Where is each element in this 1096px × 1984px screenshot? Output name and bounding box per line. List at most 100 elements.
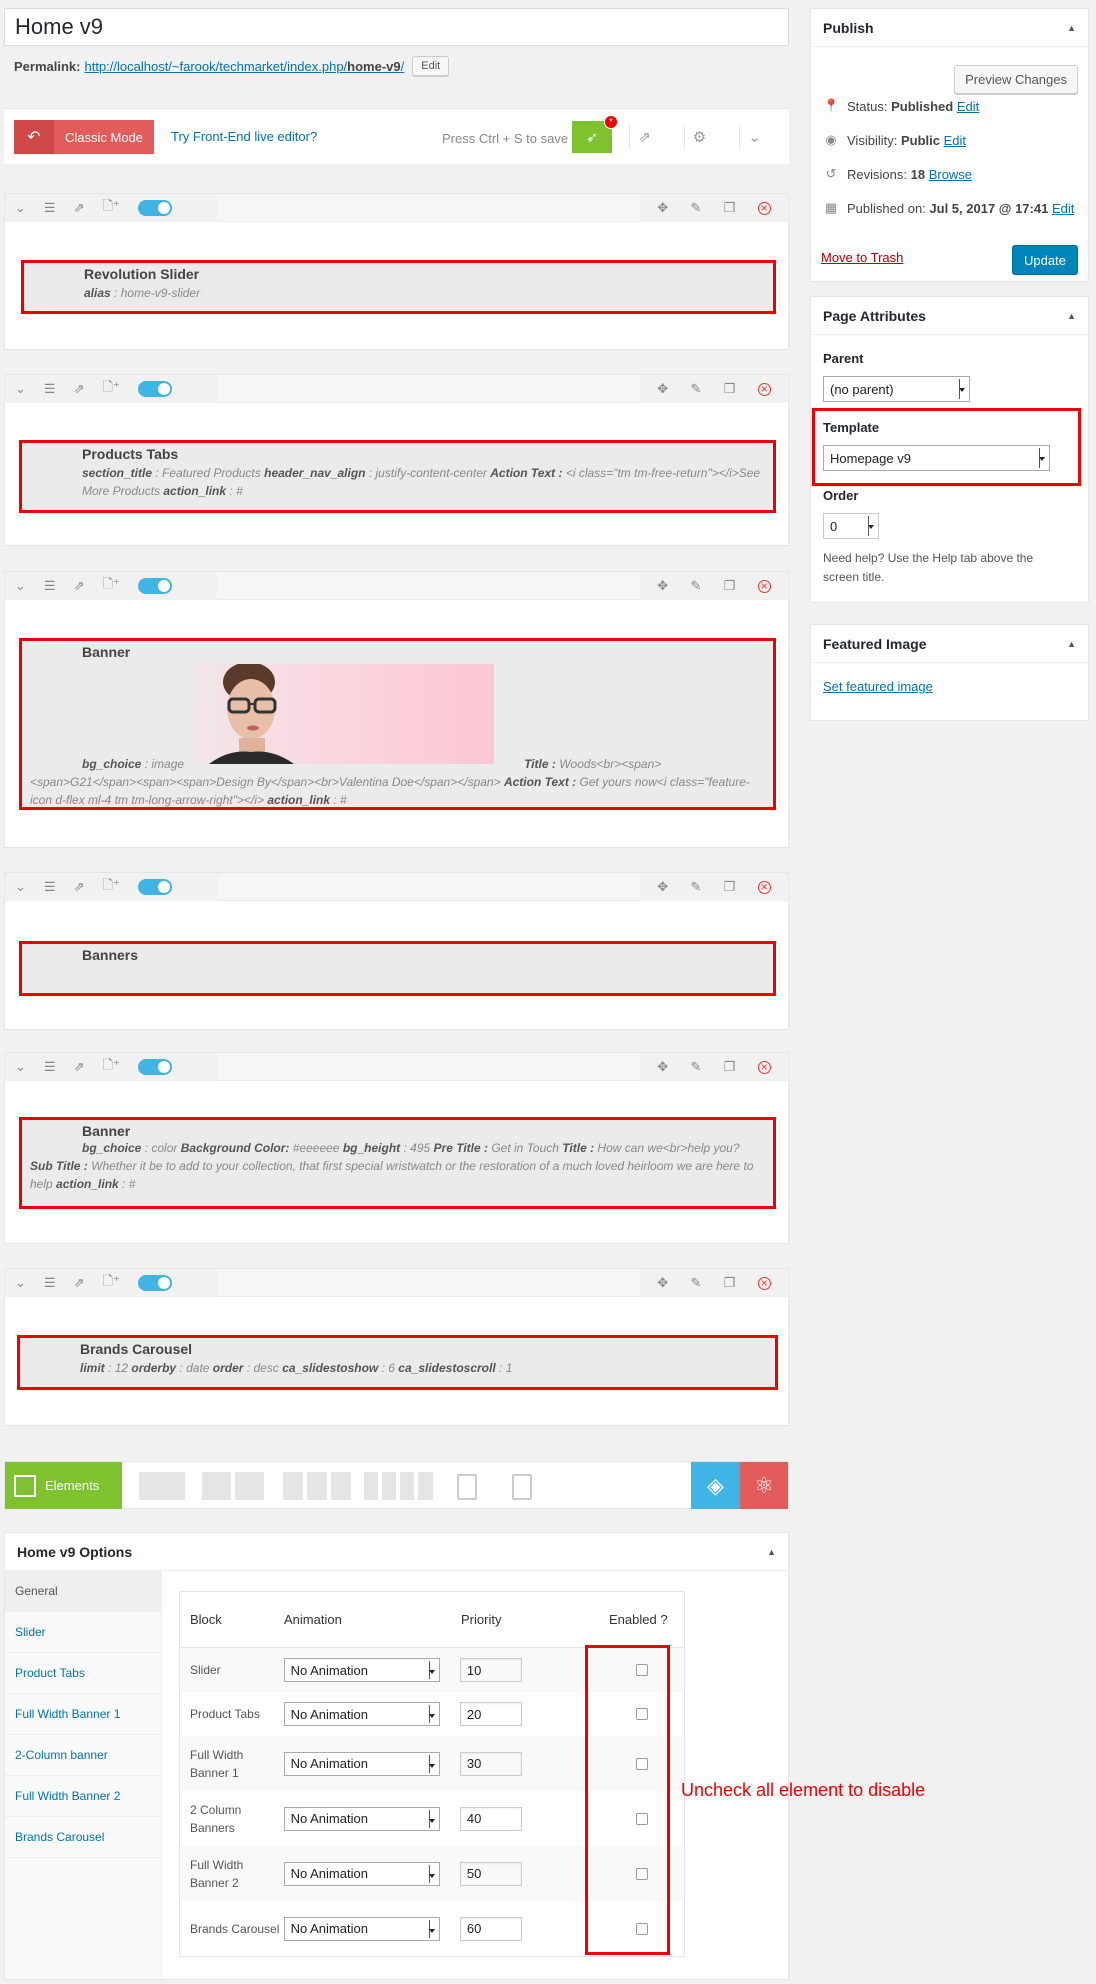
close-icon[interactable]: × bbox=[757, 201, 771, 215]
collapse-icon[interactable]: ▲ bbox=[1067, 311, 1076, 321]
options-tab-2-column-banner[interactable]: 2-Column banner bbox=[5, 1735, 161, 1776]
animation-select[interactable]: No Animation bbox=[283, 1751, 440, 1776]
chevron-down-icon[interactable]: ⌄ bbox=[15, 200, 26, 216]
external-link-icon[interactable]: ⇗ bbox=[74, 879, 85, 895]
external-link-icon[interactable]: ⇗ bbox=[74, 1275, 85, 1291]
animation-select[interactable]: No Animation bbox=[283, 1861, 440, 1886]
gear-icon[interactable]: ⚙ bbox=[684, 125, 714, 149]
list-icon[interactable]: ☰ bbox=[44, 879, 56, 895]
text-block-icon[interactable] bbox=[457, 1474, 477, 1500]
row-toggle[interactable] bbox=[137, 200, 172, 216]
layout-4-col-icon[interactable] bbox=[364, 1472, 433, 1500]
element-revolution-slider[interactable]: Revolution Slider alias : home-v9-slider bbox=[21, 260, 776, 314]
options-tab-general[interactable]: General bbox=[5, 1571, 161, 1612]
save-button[interactable]: ➶ * bbox=[572, 115, 618, 153]
order-input[interactable]: 0 bbox=[823, 513, 879, 539]
list-icon[interactable]: ☰ bbox=[44, 578, 56, 594]
visibility-edit-link[interactable]: Edit bbox=[944, 133, 966, 148]
options-tab-brands-carousel[interactable]: Brands Carousel bbox=[5, 1817, 161, 1858]
edit-icon[interactable]: ✎ bbox=[690, 381, 701, 397]
post-title-input[interactable]: Home v9 bbox=[4, 8, 789, 46]
row-toggle[interactable] bbox=[137, 578, 172, 594]
frontend-editor-link[interactable]: Try Front-End live editor? bbox=[171, 129, 317, 144]
list-icon[interactable]: ☰ bbox=[44, 200, 56, 216]
copy-icon[interactable]: ❐ bbox=[724, 1059, 736, 1075]
chevron-down-icon[interactable]: ⌄ bbox=[15, 381, 26, 397]
preview-changes-button[interactable]: Preview Changes bbox=[954, 65, 1078, 94]
close-icon[interactable]: × bbox=[757, 1060, 771, 1074]
add-column-icon[interactable]: 🗋⁺ bbox=[102, 876, 119, 898]
list-icon[interactable]: ☰ bbox=[44, 1059, 56, 1075]
element-products-tabs[interactable]: Products Tabs section_title : Featured P… bbox=[19, 440, 776, 513]
collapse-icon[interactable]: ▲ bbox=[1067, 639, 1076, 649]
add-column-icon[interactable]: 🗋⁺ bbox=[102, 575, 119, 597]
parent-select[interactable]: (no parent) bbox=[823, 376, 970, 402]
add-element-button[interactable]: Elements bbox=[5, 1462, 122, 1509]
collapse-icon[interactable]: ▲ bbox=[1067, 23, 1076, 33]
copy-icon[interactable]: ❐ bbox=[724, 879, 736, 895]
layout-3-col-icon[interactable] bbox=[283, 1472, 351, 1500]
status-edit-link[interactable]: Edit bbox=[957, 99, 979, 114]
layout-1-col-icon[interactable] bbox=[139, 1472, 185, 1500]
edit-icon[interactable]: ✎ bbox=[690, 578, 701, 594]
set-featured-image-link[interactable]: Set featured image bbox=[823, 679, 933, 694]
external-link-icon[interactable]: ⇗ bbox=[74, 381, 85, 397]
published-edit-link[interactable]: Edit bbox=[1052, 201, 1074, 216]
element-brands-carousel[interactable]: Brands Carousel limit : 12 orderby : dat… bbox=[17, 1335, 778, 1390]
edit-icon[interactable]: ✎ bbox=[690, 1275, 701, 1291]
priority-input[interactable]: 50 bbox=[459, 1861, 522, 1886]
move-to-trash-link[interactable]: Move to Trash bbox=[821, 250, 903, 265]
move-icon[interactable]: ✥ bbox=[657, 1059, 668, 1075]
external-link-icon[interactable]: ⇗ bbox=[74, 578, 85, 594]
permalink-url[interactable]: http://localhost/~farook/techmarket/inde… bbox=[84, 59, 404, 74]
priority-input[interactable]: 40 bbox=[459, 1806, 522, 1831]
list-icon[interactable]: ☰ bbox=[44, 381, 56, 397]
edit-icon[interactable]: ✎ bbox=[690, 200, 701, 216]
animation-select[interactable]: No Animation bbox=[283, 1806, 440, 1831]
edit-icon[interactable]: ✎ bbox=[690, 1059, 701, 1075]
priority-input[interactable]: 30 bbox=[459, 1751, 522, 1776]
chevron-down-icon[interactable]: ⌄ bbox=[15, 879, 26, 895]
move-icon[interactable]: ✥ bbox=[657, 381, 668, 397]
copy-icon[interactable]: ❐ bbox=[724, 578, 736, 594]
row-toggle[interactable] bbox=[137, 1275, 172, 1291]
move-icon[interactable]: ✥ bbox=[657, 879, 668, 895]
chevron-down-icon[interactable]: ⌄ bbox=[739, 125, 769, 149]
copy-icon[interactable]: ❐ bbox=[724, 200, 736, 216]
copy-icon[interactable]: ❐ bbox=[724, 381, 736, 397]
move-icon[interactable]: ✥ bbox=[657, 578, 668, 594]
element-banner[interactable]: Banner bg_choice : image Title : Woods<br… bbox=[19, 638, 776, 810]
close-icon[interactable]: × bbox=[757, 880, 771, 894]
add-column-icon[interactable]: 🗋⁺ bbox=[102, 378, 119, 400]
row-toggle[interactable] bbox=[137, 1059, 172, 1075]
template-icon[interactable] bbox=[512, 1474, 532, 1500]
options-tab-full-width-banner-2[interactable]: Full Width Banner 2 bbox=[5, 1776, 161, 1817]
classic-mode-button[interactable]: ↶ Classic Mode bbox=[14, 120, 154, 154]
priority-input[interactable]: 20 bbox=[459, 1702, 522, 1726]
copy-icon[interactable]: ❐ bbox=[724, 1275, 736, 1291]
row-toggle[interactable] bbox=[137, 879, 172, 895]
external-link-icon[interactable]: ⇗ bbox=[74, 1059, 85, 1075]
close-icon[interactable]: × bbox=[757, 1276, 771, 1290]
animation-select[interactable]: No Animation bbox=[283, 1702, 440, 1726]
chevron-down-icon[interactable]: ⌄ bbox=[15, 578, 26, 594]
options-tab-slider[interactable]: Slider bbox=[5, 1612, 161, 1653]
atom-icon[interactable]: ⚛ bbox=[740, 1462, 788, 1509]
add-column-icon[interactable]: 🗋⁺ bbox=[102, 197, 119, 219]
chevron-down-icon[interactable]: ⌄ bbox=[15, 1275, 26, 1291]
move-icon[interactable]: ✥ bbox=[657, 200, 668, 216]
layers-icon[interactable]: ◈ bbox=[691, 1462, 740, 1509]
element-banner[interactable]: Banner bg_choice : color Background Colo… bbox=[19, 1117, 776, 1209]
update-button[interactable]: Update bbox=[1012, 245, 1078, 275]
edit-icon[interactable]: ✎ bbox=[690, 879, 701, 895]
row-toggle[interactable] bbox=[137, 381, 172, 397]
collapse-icon[interactable]: ▲ bbox=[767, 1547, 776, 1557]
chevron-down-icon[interactable]: ⌄ bbox=[15, 1059, 26, 1075]
priority-input[interactable]: 10 bbox=[459, 1658, 522, 1682]
options-tab-full-width-banner-1[interactable]: Full Width Banner 1 bbox=[5, 1694, 161, 1735]
move-icon[interactable]: ✥ bbox=[657, 1275, 668, 1291]
layout-2-col-icon[interactable] bbox=[202, 1472, 264, 1500]
options-tab-product-tabs[interactable]: Product Tabs bbox=[5, 1653, 161, 1694]
list-icon[interactable]: ☰ bbox=[44, 1275, 56, 1291]
add-column-icon[interactable]: 🗋⁺ bbox=[102, 1272, 119, 1294]
